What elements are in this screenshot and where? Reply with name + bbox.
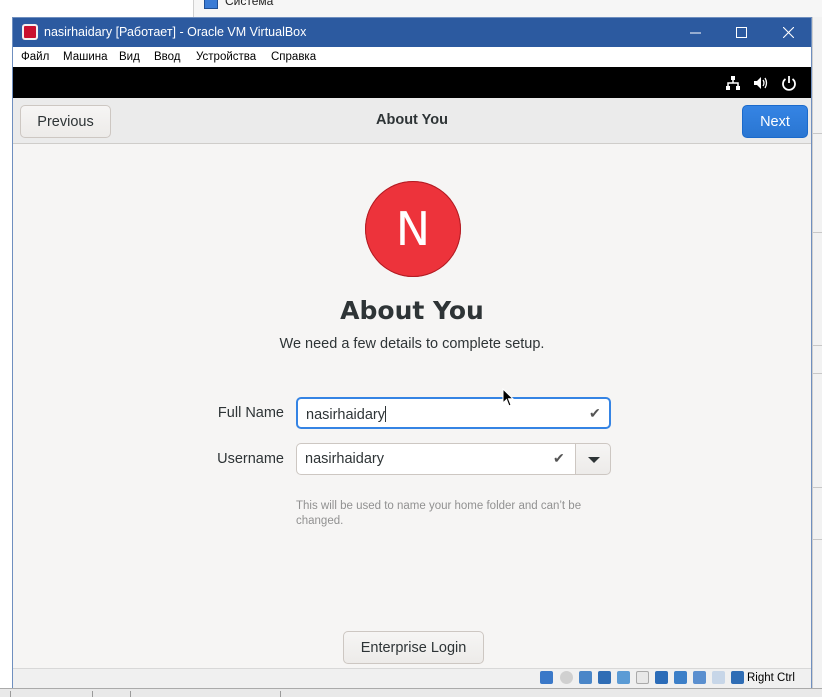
- username-dropdown-button[interactable]: [575, 443, 611, 475]
- divider: [280, 691, 281, 697]
- avatar[interactable]: N: [365, 181, 461, 277]
- display-icon[interactable]: [655, 671, 668, 684]
- hard-disk-icon[interactable]: [540, 671, 553, 684]
- avatar-initial: N: [395, 202, 431, 256]
- system-icon: [204, 0, 218, 9]
- video-capture-icon[interactable]: [674, 671, 687, 684]
- full-name-label: Full Name: [217, 405, 284, 421]
- menu-machine[interactable]: Машина: [63, 51, 108, 63]
- audio-icon[interactable]: [579, 671, 592, 684]
- divider: [92, 691, 93, 697]
- next-button[interactable]: Next: [742, 105, 808, 138]
- close-icon: [782, 27, 794, 38]
- recording-icon[interactable]: [693, 671, 706, 684]
- divider: [813, 133, 822, 134]
- menu-devices[interactable]: Устройства: [196, 51, 256, 63]
- mouse-cursor-icon: [502, 388, 514, 407]
- check-icon: ✔: [553, 450, 565, 466]
- power-icon[interactable]: [781, 75, 797, 91]
- menu-input[interactable]: Ввод: [154, 51, 181, 63]
- menu-view[interactable]: Вид: [119, 51, 140, 63]
- maximize-icon: [735, 27, 747, 38]
- close-button[interactable]: [765, 18, 811, 47]
- background-task-label: Система: [225, 0, 274, 8]
- full-name-field[interactable]: nasirhaidary ✔: [296, 397, 611, 429]
- check-icon: ✔: [589, 405, 601, 421]
- divider: [813, 373, 822, 374]
- virtualbox-app-icon: [22, 24, 38, 40]
- maximize-button[interactable]: [718, 18, 764, 47]
- window-titlebar[interactable]: nasirhaidary [Работает] - Oracle VM Virt…: [13, 18, 811, 47]
- usb-icon[interactable]: [617, 671, 630, 684]
- divider: [813, 232, 822, 233]
- chevron-down-icon: [588, 457, 600, 463]
- username-value: nasirhaidary: [305, 451, 384, 467]
- cpu-icon[interactable]: [712, 671, 725, 684]
- shared-folders-icon[interactable]: [636, 671, 649, 684]
- username-field[interactable]: nasirhaidary ✔: [296, 443, 576, 475]
- menu-file[interactable]: Файл: [21, 51, 49, 63]
- menu-bar: Файл Машина Вид Ввод Устройства Справка: [13, 47, 811, 67]
- divider: [813, 345, 822, 346]
- divider: [813, 487, 822, 488]
- window-title: nasirhaidary [Работает] - Oracle VM Virt…: [44, 25, 307, 39]
- minimize-icon: [689, 32, 701, 34]
- background-window-edge: [812, 17, 822, 696]
- divider: [10, 691, 11, 697]
- menu-help[interactable]: Справка: [271, 51, 316, 63]
- page-title: About You: [340, 296, 484, 325]
- page-subtitle: We need a few details to complete setup.: [279, 336, 545, 352]
- volume-icon[interactable]: [753, 75, 769, 91]
- header-title: About You: [376, 112, 448, 128]
- enterprise-login-button[interactable]: Enterprise Login: [343, 631, 484, 664]
- gnome-top-bar: [13, 67, 811, 98]
- text-caret: [385, 406, 386, 422]
- host-key-label: Right Ctrl: [747, 672, 795, 684]
- divider: [130, 691, 131, 697]
- minimize-button[interactable]: [672, 18, 718, 47]
- keyboard-capture-icon[interactable]: [731, 671, 744, 684]
- divider: [813, 539, 822, 540]
- full-name-value: nasirhaidary: [306, 406, 386, 423]
- header-bar: Previous About You Next: [13, 98, 811, 144]
- username-label: Username: [217, 451, 284, 467]
- username-hint: This will be used to name your home fold…: [296, 500, 582, 527]
- optical-drive-icon[interactable]: [560, 671, 573, 684]
- background-window-strip: Система: [193, 0, 822, 17]
- virtualbox-status-bar: Right Ctrl: [13, 668, 811, 688]
- gnome-initial-setup: Previous About You Next N About You We n…: [13, 98, 811, 668]
- network-icon[interactable]: [725, 75, 741, 91]
- virtualbox-window: nasirhaidary [Работает] - Oracle VM Virt…: [12, 17, 812, 688]
- network-icon[interactable]: [598, 671, 611, 684]
